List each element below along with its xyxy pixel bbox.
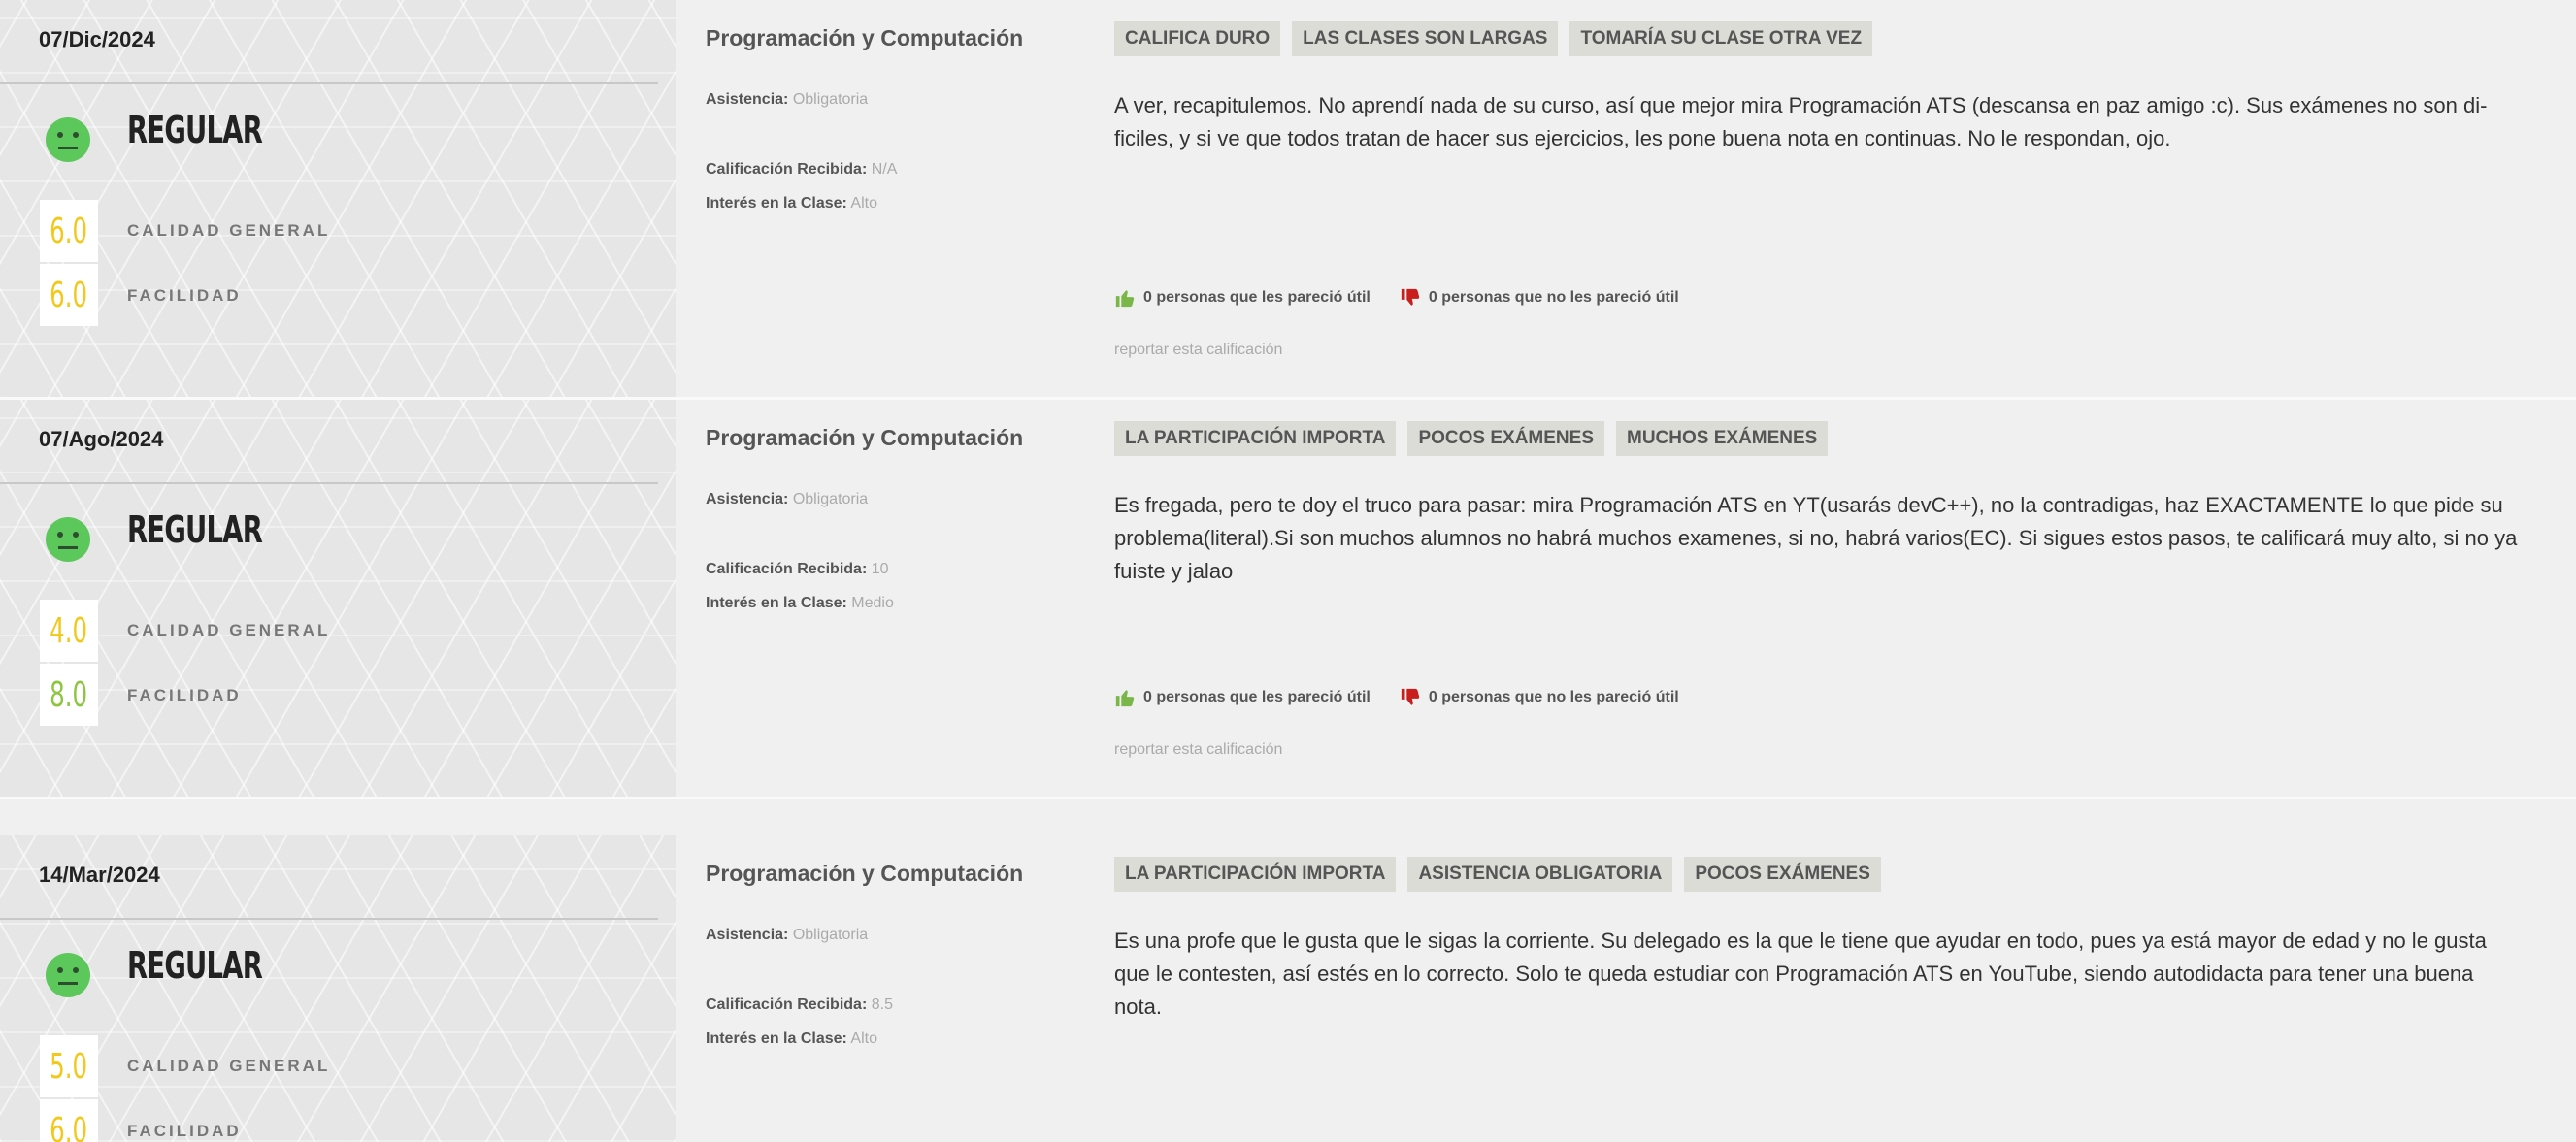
- grade-label: Calificación Recibida:: [706, 561, 868, 577]
- attendance-value: Obligatoria: [792, 927, 869, 943]
- helpful-votes: 0 personas que les pareció útil 0 person…: [1114, 287, 1679, 309]
- ease-score-box: 8.0: [40, 664, 98, 726]
- grade-label: Calificación Recibida:: [706, 161, 868, 178]
- grade-value: N/A: [871, 161, 898, 178]
- rating-summary-panel: 07/Ago/2024 REGULAR 4.0 CALIDAD GENERAL …: [0, 400, 676, 799]
- grade-label: Calificación Recibida:: [706, 996, 868, 1013]
- rating-summary-panel: 07/Dic/2024 REGULAR 6.0 CALIDAD GENERAL …: [0, 0, 676, 400]
- quality-score: 6.0: [50, 211, 88, 251]
- rating-date: 14/Mar/2024: [39, 863, 160, 887]
- grade-info: Calificación Recibida: 10: [706, 561, 889, 578]
- interest-info: Interés en la Clase: Medio: [706, 595, 894, 612]
- quality-score: 4.0: [50, 610, 88, 651]
- class-name: Programación y Computación: [706, 425, 1024, 450]
- tag: POCOS EXÁMENES: [1684, 857, 1881, 892]
- review-comment: Es fregada, pero te doy el truco para pa…: [1114, 493, 2518, 583]
- tag: TOMARÍA SU CLASE OTRA VEZ: [1569, 21, 1873, 56]
- not-helpful-count-text: 0 personas que no les pareció útil: [1428, 289, 1679, 306]
- grade-value: 8.5: [871, 996, 893, 1013]
- interest-label: Interés en la Clase:: [706, 1030, 847, 1047]
- helpful-count-text: 0 personas que les pareció útil: [1143, 289, 1371, 306]
- ease-score: 6.0: [50, 1110, 88, 1142]
- interest-label: Interés en la Clase:: [706, 195, 847, 212]
- ease-score-box: 6.0: [40, 264, 98, 326]
- overall-rating-label: REGULAR: [127, 508, 263, 551]
- attendance-info: Asistencia: Obligatoria: [706, 91, 868, 109]
- ease-label: FACILIDAD: [127, 686, 242, 704]
- thumbs-up-icon[interactable]: [1114, 687, 1136, 708]
- attendance-info: Asistencia: Obligatoria: [706, 927, 868, 944]
- neutral-face-icon: [46, 953, 90, 997]
- tag: POCOS EXÁMENES: [1407, 421, 1604, 456]
- thumbs-up-icon[interactable]: [1114, 287, 1136, 309]
- tag-list: LA PARTICIPACIÓN IMPORTA POCOS EXÁMENES …: [1114, 421, 1829, 456]
- thumbs-down-icon[interactable]: [1400, 687, 1421, 708]
- quality-score-box: 6.0: [40, 200, 98, 262]
- report-link[interactable]: reportar esta calificación: [1114, 342, 1282, 359]
- rating-date: 07/Dic/2024: [39, 27, 155, 51]
- interest-value: Medio: [851, 595, 894, 611]
- grade-info: Calificación Recibida: 8.5: [706, 996, 893, 1014]
- tag-list: CALIFICA DURO LAS CLASES SON LARGAS TOMA…: [1114, 21, 1873, 56]
- review-comment: Es una profe que le gusta que le sigas l…: [1114, 929, 2487, 1019]
- divider: [0, 482, 658, 484]
- attendance-value: Obligatoria: [792, 91, 869, 108]
- interest-info: Interés en la Clase: Alto: [706, 195, 877, 212]
- rating-summary-panel: 14/Mar/2024 REGULAR 5.0 CALIDAD GENERAL …: [0, 835, 676, 1142]
- ease-score-box: 6.0: [40, 1099, 98, 1142]
- attendance-info: Asistencia: Obligatoria: [706, 491, 868, 508]
- tag: ASISTENCIA OBLIGATORIA: [1407, 857, 1673, 892]
- helpful-votes: 0 personas que les pareció útil 0 person…: [1114, 687, 1679, 708]
- row-separator: [0, 797, 2576, 799]
- tag: LAS CLASES SON LARGAS: [1292, 21, 1559, 56]
- rating-card: 07/Dic/2024 REGULAR 6.0 CALIDAD GENERAL …: [0, 0, 2576, 400]
- neutral-face-icon: [46, 117, 90, 162]
- tag: MUCHOS EXÁMENES: [1616, 421, 1829, 456]
- overall-rating-label: REGULAR: [127, 944, 263, 987]
- quality-score-box: 4.0: [40, 600, 98, 662]
- overall-rating-label: REGULAR: [127, 109, 263, 151]
- interest-value: Alto: [850, 195, 877, 212]
- ease-label: FACILIDAD: [127, 286, 242, 305]
- quality-label: CALIDAD GENERAL: [127, 1057, 331, 1075]
- rating-card: 07/Ago/2024 REGULAR 4.0 CALIDAD GENERAL …: [0, 400, 2576, 799]
- quality-score: 5.0: [50, 1046, 88, 1087]
- helpful-count-text: 0 personas que les pareció útil: [1143, 689, 1371, 705]
- ease-score: 8.0: [50, 674, 88, 715]
- quality-score-box: 5.0: [40, 1035, 98, 1097]
- tag-list: LA PARTICIPACIÓN IMPORTA ASISTENCIA OBLI…: [1114, 857, 1881, 892]
- ease-label: FACILIDAD: [127, 1122, 242, 1140]
- rating-card: 14/Mar/2024 REGULAR 5.0 CALIDAD GENERAL …: [0, 835, 2576, 1142]
- rating-date: 07/Ago/2024: [39, 427, 164, 451]
- not-helpful-count-text: 0 personas que no les pareció útil: [1428, 689, 1679, 705]
- class-name: Programación y Computación: [706, 25, 1024, 50]
- quality-label: CALIDAD GENERAL: [127, 621, 331, 639]
- interest-label: Interés en la Clase:: [706, 595, 847, 611]
- review-comment: A ver, recapitulemos. No aprendí nada de…: [1114, 93, 2488, 150]
- divider: [0, 82, 658, 84]
- class-name: Programación y Computación: [706, 861, 1024, 886]
- ease-score: 6.0: [50, 275, 88, 315]
- tag: LA PARTICIPACIÓN IMPORTA: [1114, 857, 1397, 892]
- interest-value: Alto: [850, 1030, 877, 1047]
- tag: CALIFICA DURO: [1114, 21, 1281, 56]
- grade-value: 10: [871, 561, 889, 577]
- interest-info: Interés en la Clase: Alto: [706, 1030, 877, 1048]
- neutral-face-icon: [46, 517, 90, 562]
- attendance-label: Asistencia:: [706, 927, 789, 943]
- divider: [0, 918, 658, 920]
- report-link[interactable]: reportar esta calificación: [1114, 741, 1282, 759]
- attendance-label: Asistencia:: [706, 491, 789, 507]
- attendance-label: Asistencia:: [706, 91, 789, 108]
- quality-label: CALIDAD GENERAL: [127, 221, 331, 240]
- grade-info: Calificación Recibida: N/A: [706, 161, 897, 179]
- tag: LA PARTICIPACIÓN IMPORTA: [1114, 421, 1397, 456]
- thumbs-down-icon[interactable]: [1400, 287, 1421, 309]
- attendance-value: Obligatoria: [792, 491, 869, 507]
